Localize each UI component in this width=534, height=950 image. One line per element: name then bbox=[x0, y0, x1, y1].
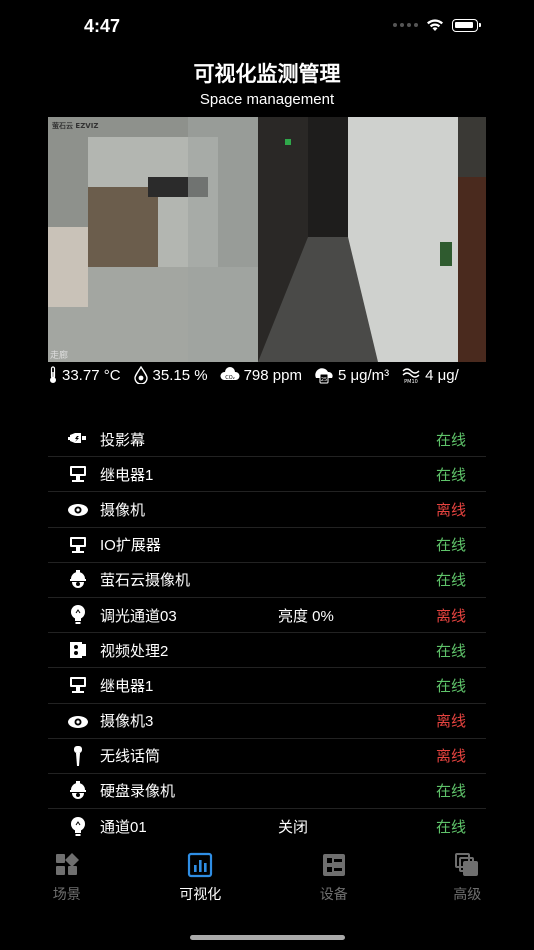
tab-advanced[interactable]: 高级 bbox=[401, 842, 534, 912]
tab-scene[interactable]: 场景 bbox=[0, 842, 134, 912]
tab-chart[interactable]: 可视化 bbox=[134, 842, 268, 912]
camera-frame-image bbox=[48, 117, 486, 362]
device-row[interactable]: 摄像机 离线 bbox=[48, 492, 486, 528]
relay-icon bbox=[64, 674, 92, 696]
device-status: 在线 bbox=[435, 783, 466, 801]
co2-icon: CO₂ bbox=[220, 367, 240, 381]
pm10-value: 4 μg/ bbox=[425, 366, 459, 384]
microphone-icon bbox=[64, 745, 92, 767]
tab-label: 高级 bbox=[453, 886, 482, 902]
status-icons bbox=[393, 18, 481, 32]
device-row[interactable]: IO扩展器 在线 bbox=[48, 528, 486, 563]
device-status: 在线 bbox=[435, 819, 466, 837]
device-row[interactable]: 继电器1 在线 bbox=[48, 457, 486, 493]
device-name: 继电器1 bbox=[100, 466, 154, 484]
device-status: 在线 bbox=[435, 466, 466, 484]
camera-feed[interactable]: 萤石云 EZVIZ 走廊 bbox=[48, 117, 486, 362]
device-name: 摄像机3 bbox=[100, 713, 154, 731]
device-name: 调光通道03 bbox=[100, 607, 177, 625]
pm25-value: 5 μg/m³ bbox=[337, 366, 390, 384]
device-name: 继电器1 bbox=[100, 677, 154, 695]
device-icon bbox=[321, 852, 347, 878]
page-title: 可视化监测管理 bbox=[193, 63, 341, 86]
device-extra-value: 关闭 bbox=[278, 819, 309, 837]
device-status: 在线 bbox=[435, 537, 466, 555]
chart-icon bbox=[187, 852, 213, 878]
io-expander-icon bbox=[64, 534, 92, 556]
battery-icon bbox=[452, 18, 481, 32]
device-row[interactable]: 通道01 关闭 在线 bbox=[48, 809, 486, 844]
camera-icon bbox=[64, 498, 92, 520]
svg-text:25: 25 bbox=[321, 377, 327, 383]
device-name: 萤石云摄像机 bbox=[100, 572, 191, 590]
tab-device[interactable]: 设备 bbox=[267, 842, 401, 912]
device-status: 在线 bbox=[435, 572, 466, 590]
device-row[interactable]: 投影幕 在线 bbox=[48, 422, 486, 458]
sensor-strip: 33.77 °C 35.15 % CO₂ 798 ppm 25 5 μg/m³ … bbox=[48, 363, 486, 387]
device-name: 硬盘录像机 bbox=[100, 783, 176, 801]
device-row[interactable]: 继电器1 在线 bbox=[48, 668, 486, 704]
svg-text:CO₂: CO₂ bbox=[225, 375, 234, 381]
device-row[interactable]: 调光通道03 亮度 0% 离线 bbox=[48, 598, 486, 634]
dome-camera-icon bbox=[64, 569, 92, 591]
device-name: 通道01 bbox=[100, 819, 147, 837]
device-status: 离线 bbox=[435, 713, 466, 731]
temperature-value: 33.77 °C bbox=[62, 366, 121, 384]
thermometer-icon bbox=[50, 366, 56, 383]
pm10-icon: PM10 bbox=[402, 368, 420, 384]
pm25-icon: 25 bbox=[315, 368, 333, 384]
tab-label: 可视化 bbox=[179, 886, 222, 902]
device-row[interactable]: 萤石云摄像机 在线 bbox=[48, 563, 486, 598]
humidity-value: 35.15 % bbox=[152, 366, 208, 384]
device-name: 投影幕 bbox=[100, 431, 146, 449]
device-status: 在线 bbox=[435, 431, 466, 449]
device-name: IO扩展器 bbox=[100, 537, 161, 555]
device-list: 投影幕 在线 继电器1 在线 摄像机 离线 IO扩展器 在线 萤石云摄像机 在线 调光通道03 亮度 … bbox=[48, 422, 486, 844]
sensor-pm25: 25 5 μg/m³ bbox=[314, 366, 389, 384]
bulb-icon bbox=[64, 816, 92, 838]
device-row[interactable]: 无线话筒 离线 bbox=[48, 739, 486, 774]
device-status: 离线 bbox=[435, 748, 466, 766]
page-subtitle: Space management bbox=[199, 91, 335, 108]
device-row[interactable]: 视频处理2 在线 bbox=[48, 633, 486, 669]
device-status: 在线 bbox=[435, 677, 466, 695]
scene-icon bbox=[54, 852, 80, 878]
wifi-icon bbox=[427, 19, 443, 31]
dome-camera-icon bbox=[64, 780, 92, 802]
projector-screen-icon bbox=[64, 428, 92, 450]
device-status: 离线 bbox=[435, 607, 466, 625]
humidity-icon bbox=[133, 366, 148, 384]
device-name: 摄像机 bbox=[100, 501, 146, 519]
device-extra-value: 亮度 0% bbox=[278, 607, 334, 625]
sensor-co2: CO₂ 798 ppm bbox=[220, 367, 302, 384]
co2-value: 798 ppm bbox=[243, 366, 302, 384]
sensor-temperature: 33.77 °C bbox=[48, 366, 121, 384]
camera-location-label: 走廊 bbox=[50, 351, 69, 361]
tab-label: 设备 bbox=[319, 886, 348, 902]
sensor-pm10: PM10 4 μg/ bbox=[401, 366, 459, 384]
svg-text:PM10: PM10 bbox=[404, 379, 418, 384]
advanced-icon bbox=[454, 852, 480, 878]
device-status: 在线 bbox=[435, 642, 466, 660]
device-row[interactable]: 硬盘录像机 在线 bbox=[48, 774, 486, 810]
device-name: 无线话筒 bbox=[100, 748, 161, 766]
device-row[interactable]: 摄像机3 离线 bbox=[48, 704, 486, 739]
ezviz-logo: 萤石云 EZVIZ bbox=[52, 122, 99, 130]
home-indicator bbox=[190, 935, 345, 940]
status-bar: 4:47 bbox=[0, 0, 534, 54]
tab-label: 场景 bbox=[52, 886, 81, 902]
status-time: 4:47 bbox=[84, 16, 121, 36]
sensor-humidity: 35.15 % bbox=[133, 366, 208, 384]
signal-icon bbox=[393, 23, 418, 27]
camera-icon bbox=[64, 710, 92, 732]
video-processor-icon bbox=[64, 639, 92, 661]
device-status: 离线 bbox=[435, 501, 466, 519]
bulb-icon bbox=[64, 604, 92, 626]
tab-bar: 场景 可视化 设备 高级 bbox=[0, 842, 534, 912]
relay-icon bbox=[64, 463, 92, 485]
device-name: 视频处理2 bbox=[100, 642, 169, 660]
